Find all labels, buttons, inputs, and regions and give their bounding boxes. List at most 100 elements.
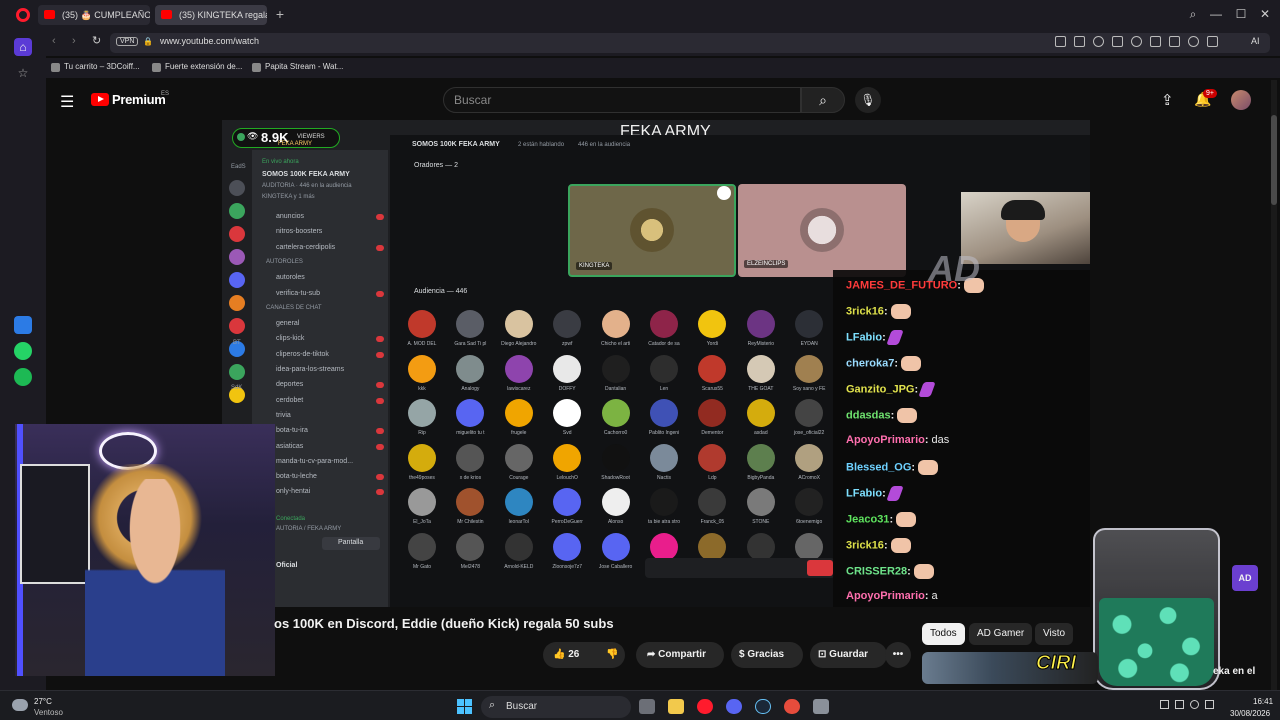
search-button[interactable]: ⌕ — [801, 87, 845, 113]
weather-description[interactable]: Ventoso — [34, 708, 63, 717]
bookmark-item[interactable]: Papita Stream - Wat... — [252, 62, 343, 72]
chat-username[interactable]: 3rick16 — [846, 539, 884, 551]
chat-username[interactable]: ApoyoPrimario — [846, 590, 925, 602]
audience-avatar[interactable] — [650, 533, 678, 561]
channel-item[interactable]: autoroles — [276, 274, 305, 281]
upload-icon[interactable]: ⇪ — [1161, 91, 1174, 109]
camera-icon[interactable] — [1074, 36, 1085, 47]
server-icon[interactable] — [229, 272, 245, 288]
spotify-icon[interactable] — [14, 368, 32, 386]
steam-taskbar-icon[interactable] — [755, 699, 771, 714]
thanks-button[interactable]: $ Gracias — [731, 642, 803, 668]
audience-avatar[interactable] — [504, 488, 533, 517]
taskbar-search[interactable] — [481, 696, 631, 718]
tray-chevron-icon[interactable] — [1160, 700, 1169, 709]
audience-avatar[interactable] — [408, 310, 436, 338]
weather-temperature[interactable]: 27°C — [34, 697, 52, 706]
voice-search-button[interactable]: 🎙 — [855, 87, 881, 113]
audience-avatar[interactable] — [601, 488, 630, 517]
audience-avatar[interactable] — [456, 443, 485, 472]
edit-icon[interactable] — [1055, 36, 1066, 47]
stage-name[interactable]: SOMOS 100K FEKA ARMY — [262, 171, 350, 178]
audience-avatar[interactable] — [698, 443, 727, 472]
dislike-button[interactable]: 👎 — [600, 642, 625, 668]
volume-icon[interactable] — [1205, 700, 1214, 709]
file-explorer-icon[interactable] — [668, 699, 684, 714]
server-icon[interactable] — [229, 249, 245, 265]
server-icon[interactable] — [229, 203, 245, 219]
channel-item[interactable]: asiaticas — [276, 443, 303, 450]
server-icon[interactable] — [229, 295, 245, 311]
audience-avatar[interactable] — [601, 354, 630, 383]
channel-category[interactable]: CANALES DE CHAT — [266, 305, 322, 311]
bookmark-item[interactable]: Tu carrito – 3DCoiff... — [51, 62, 140, 72]
server-icon[interactable] — [229, 364, 245, 380]
chat-username[interactable]: ApoyoPrimario — [846, 434, 925, 446]
shield-icon[interactable] — [1093, 36, 1104, 47]
chat-username[interactable]: Ganzito_JPG — [846, 383, 914, 395]
audience-avatar[interactable] — [601, 310, 630, 338]
channel-item[interactable]: idea-para-los-streams — [276, 366, 344, 373]
back-icon[interactable]: ‹ — [52, 35, 56, 47]
audience-avatar[interactable] — [408, 354, 436, 383]
channel-item[interactable]: anuncios — [276, 213, 304, 220]
channel-item[interactable]: trivia — [276, 412, 291, 419]
channel-item[interactable]: deportes — [276, 381, 303, 388]
channel-item[interactable]: bota-tu-ira — [276, 427, 308, 434]
tab-birthday[interactable]: (35) 🎂 CUMPLEAÑOS FES — [38, 5, 150, 25]
chat-username[interactable]: 3rick16 — [846, 305, 884, 317]
channel-item[interactable]: only-hentai — [276, 488, 310, 495]
weather-cloud-icon[interactable] — [12, 699, 28, 711]
vpn-badge[interactable]: VPN — [116, 37, 139, 46]
chip-watched[interactable]: Visto — [1035, 623, 1074, 645]
minimize-button[interactable]: — — [1208, 6, 1224, 22]
windows-start-icon[interactable] — [457, 699, 472, 714]
channel-item[interactable]: verifica-tu-sub — [276, 290, 320, 297]
channel-item[interactable]: general — [276, 320, 299, 327]
audience-avatar[interactable] — [553, 443, 582, 472]
audience-avatar[interactable] — [698, 354, 727, 383]
task-view-icon[interactable] — [639, 699, 655, 714]
share-button[interactable]: ➦ Compartir — [636, 642, 724, 668]
chat-username[interactable]: Jeaco31 — [846, 513, 889, 525]
server-icon[interactable] — [229, 180, 245, 196]
download-icon[interactable] — [1150, 36, 1161, 47]
youtube-premium-logo[interactable]: Premium — [112, 92, 166, 107]
channel-item[interactable]: cartelera-cerdipolis — [276, 244, 335, 251]
audience-avatar[interactable] — [650, 354, 678, 383]
chat-username[interactable]: ddasdas — [846, 409, 891, 421]
search-input[interactable]: Buscar — [443, 87, 801, 113]
leave-call-button[interactable] — [807, 560, 833, 576]
settings-gear-icon[interactable] — [813, 699, 829, 714]
audience-avatar[interactable] — [553, 533, 582, 561]
bookmark-item[interactable]: Fuerte extensión de... — [152, 62, 242, 72]
audience-avatar[interactable] — [746, 310, 775, 338]
audience-avatar[interactable] — [408, 443, 436, 472]
forward-icon[interactable]: › — [72, 35, 76, 47]
audience-avatar[interactable] — [746, 354, 775, 383]
audience-avatar[interactable] — [504, 354, 533, 383]
aria-ai-button[interactable]: AI — [1251, 36, 1260, 46]
taskbar-time[interactable]: 16:41 — [1253, 697, 1273, 706]
speaker-tile[interactable]: ELZEINCLIPS — [738, 184, 906, 277]
audience-avatar[interactable] — [553, 354, 582, 383]
home-icon[interactable]: ⌂ — [14, 38, 32, 56]
maximize-button[interactable]: ☐ — [1233, 6, 1249, 22]
audience-avatar[interactable] — [650, 443, 678, 472]
discord-taskbar-icon[interactable] — [726, 699, 742, 714]
related-video-title[interactable]: eka en el — [1213, 666, 1255, 677]
audience-avatar[interactable] — [795, 354, 824, 383]
chat-username[interactable]: CRISSER28 — [846, 565, 907, 577]
chat-username[interactable]: Blessed_OG — [846, 461, 911, 473]
audience-avatar[interactable] — [746, 533, 775, 561]
channel-item[interactable]: manda-tu-cv-para-mod... — [276, 458, 353, 465]
hamburger-menu-icon[interactable]: ☰ — [60, 92, 74, 112]
audience-avatar[interactable] — [504, 443, 533, 472]
audience-avatar[interactable] — [408, 533, 436, 561]
more-actions-button[interactable]: ••• — [885, 642, 911, 668]
channel-item[interactable]: bota-tu-leche — [276, 473, 317, 480]
menu-icon[interactable] — [1169, 36, 1180, 47]
network-icon[interactable] — [1190, 700, 1199, 709]
audience-avatar[interactable] — [456, 354, 485, 383]
url-text[interactable]: www.youtube.com/watch — [160, 36, 259, 46]
